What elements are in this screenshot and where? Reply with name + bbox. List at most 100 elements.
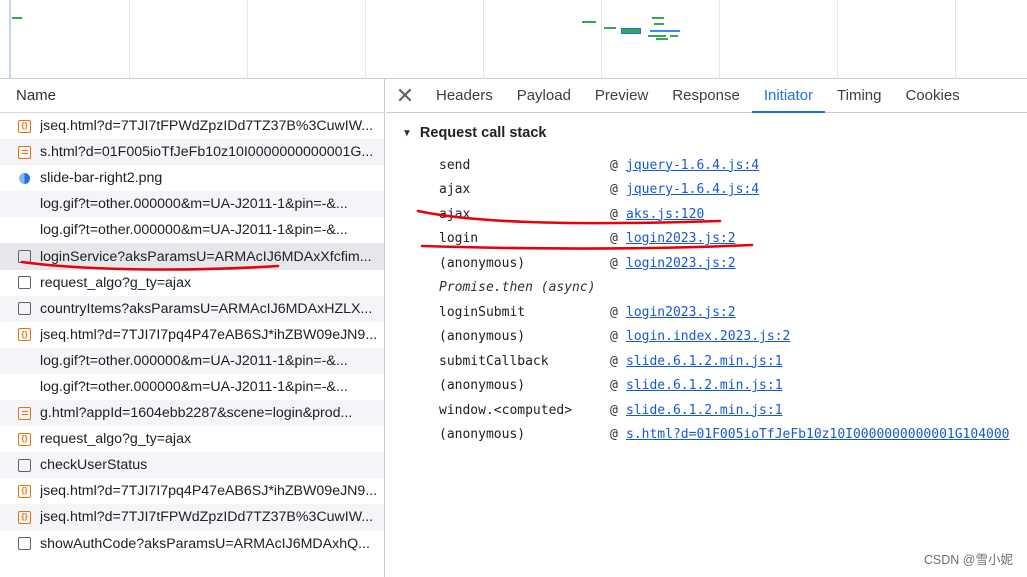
tab-cookies[interactable]: Cookies <box>893 79 971 112</box>
script-icon: {} <box>18 119 31 133</box>
frame-source-link[interactable]: login2023.js:2 <box>626 305 736 320</box>
frame-function-name: loginSubmit <box>439 304 526 320</box>
overview-request-bar <box>604 27 616 29</box>
overview-gridline <box>955 0 956 79</box>
frame-source-link[interactable]: s.html?d=01F005ioTfJeFb10z10I00000000000… <box>626 427 1010 442</box>
request-name: log.gif?t=other.000000&m=UA-J2011-1&pin=… <box>40 222 348 239</box>
request-name: jseq.html?d=7TJI7I7pq4P47eAB6SJ*ihZBW09e… <box>40 483 378 500</box>
call-stack-frames: send @ jquery-1.6.4.js:4 ajax @ jquery-1.6.4.… <box>386 153 1027 447</box>
overview-gridline <box>247 0 248 79</box>
stack-frame: ajax @ aks.js:120 <box>386 202 1027 227</box>
request-row[interactable]: slide-bar-right2.png <box>0 165 384 191</box>
request-row[interactable]: g.html?appId=1604ebb2287&scene=login&pro… <box>0 400 384 427</box>
tab-preview[interactable]: Preview <box>583 79 660 112</box>
overview-gridline <box>365 0 366 79</box>
request-row[interactable]: checkUserStatus <box>0 452 384 479</box>
request-row[interactable]: s.html?d=01F005ioTfJeFb10z10I00000000000… <box>0 139 384 166</box>
script-icon: {} <box>18 510 31 524</box>
script-icon: {} <box>18 484 31 498</box>
stack-frame: window.<computed> @ slide.6.1.2.min.js:1 <box>386 398 1027 423</box>
frame-function-name: (anonymous) <box>439 255 526 271</box>
overview-gridline <box>601 0 602 79</box>
frame-source-link[interactable]: jquery-1.6.4.js:4 <box>626 158 759 173</box>
tab-initiator[interactable]: Initiator <box>751 79 826 113</box>
close-icon[interactable]: ✕ <box>386 79 424 112</box>
overview-request-bar <box>670 35 678 37</box>
frame-function-name: Promise.then (async) <box>439 280 596 296</box>
image-icon <box>18 172 31 185</box>
stack-frame: ajax @ jquery-1.6.4.js:4 <box>386 178 1027 203</box>
frame-function-name: (anonymous) <box>439 378 526 394</box>
frame-function-name: ajax <box>439 206 471 222</box>
request-name: checkUserStatus <box>40 457 148 474</box>
frame-at-sign: @ <box>610 157 618 173</box>
request-name: slide-bar-right2.png <box>40 170 163 187</box>
async-boundary: Promise.then (async) <box>386 276 1027 301</box>
request-row[interactable]: log.gif?t=other.000000&m=UA-J2011-1&pin=… <box>0 374 384 400</box>
frame-source-link[interactable]: aks.js:120 <box>626 207 704 222</box>
overview-request-bar <box>654 23 664 25</box>
request-row[interactable]: log.gif?t=other.000000&m=UA-J2011-1&pin=… <box>0 347 384 374</box>
frame-at-sign: @ <box>610 378 618 394</box>
request-name: jseq.html?d=7TJI7tFPWdZpzIDd7TZ37B%3CuwI… <box>40 509 374 526</box>
request-name: request_algo?g_ty=ajax <box>40 431 192 448</box>
request-detail-panel: ✕ Headers Payload Preview Response Initiator… <box>386 79 1027 577</box>
overview-request-bar <box>652 17 664 19</box>
file-icon <box>18 537 31 551</box>
frame-at-sign: @ <box>610 329 618 345</box>
tab-response[interactable]: Response <box>660 79 752 112</box>
frame-source-link[interactable]: slide.6.1.2.min.js:1 <box>626 403 783 418</box>
overview-request-bar <box>650 30 680 32</box>
overview-gridline <box>483 0 484 79</box>
network-overview-timeline[interactable] <box>0 0 1027 79</box>
request-name: loginService?aksParamsU=ARMAcIJ6MDAxXfcf… <box>40 248 372 265</box>
overview-request-bar <box>12 17 22 19</box>
request-name: countryItems?aksParamsU=ARMAcIJ6MDAxHZLX… <box>40 300 373 317</box>
tab-headers[interactable]: Headers <box>424 79 505 112</box>
call-stack-section-header[interactable]: ▼ Request call stack <box>386 113 1027 153</box>
script-icon: {} <box>18 328 31 342</box>
request-row[interactable]: {} jseq.html?d=7TJI7I7pq4P47eAB6SJ*ihZBW0… <box>0 478 384 504</box>
request-row[interactable]: log.gif?t=other.000000&m=UA-J2011-1&pin=… <box>0 217 384 243</box>
file-icon <box>18 250 31 264</box>
request-row[interactable]: request_algo?g_ty=ajax <box>0 270 384 296</box>
request-name: jseq.html?d=7TJI7tFPWdZpzIDd7TZ37B%3CuwI… <box>40 118 374 135</box>
frame-source-link[interactable]: slide.6.1.2.min.js:1 <box>626 378 783 393</box>
triangle-down-icon[interactable]: ▼ <box>402 128 412 139</box>
request-row[interactable]: {} jseq.html?d=7TJI7tFPWdZpzIDd7TZ37B%3Cu… <box>0 504 384 531</box>
stack-frame: login @ login2023.js:2 <box>386 227 1027 252</box>
request-row[interactable]: {} jseq.html?d=7TJI7I7pq4P47eAB6SJ*ihZBW0… <box>0 322 384 348</box>
request-row[interactable]: {} jseq.html?d=7TJI7tFPWdZpzIDd7TZ37B%3Cu… <box>0 113 384 139</box>
frame-function-name: send <box>439 157 471 173</box>
frame-at-sign: @ <box>610 402 618 418</box>
overview-gridline <box>719 0 720 79</box>
initiator-call-stack: ▼ Request call stack send @ jquery-1.6.4.j… <box>386 113 1027 447</box>
request-name: log.gif?t=other.000000&m=UA-J2011-1&pin=… <box>40 352 348 369</box>
request-name: request_algo?g_ty=ajax <box>40 274 192 291</box>
frame-at-sign: @ <box>610 427 618 443</box>
overview-request-bar <box>621 28 641 34</box>
tab-timing[interactable]: Timing <box>825 79 893 112</box>
frame-at-sign: @ <box>610 304 618 320</box>
frame-source-link[interactable]: slide.6.1.2.min.js:1 <box>626 354 783 369</box>
request-row[interactable]: log.gif?t=other.000000&m=UA-J2011-1&pin=… <box>0 191 384 218</box>
request-name: log.gif?t=other.000000&m=UA-J2011-1&pin=… <box>40 196 348 213</box>
frame-source-link[interactable]: login.index.2023.js:2 <box>626 329 790 344</box>
name-column-header[interactable]: Name <box>0 79 384 113</box>
request-name: showAuthCode?aksParamsU=ARMAcIJ6MDAxhQ..… <box>40 535 370 552</box>
overview-request-bar <box>582 21 596 23</box>
request-row[interactable]: showAuthCode?aksParamsU=ARMAcIJ6MDAxhQ..… <box>0 531 384 557</box>
detail-tab-bar: ✕ Headers Payload Preview Response Initiator… <box>386 79 1027 113</box>
frame-source-link[interactable]: login2023.js:2 <box>626 256 736 271</box>
stack-frame: (anonymous) @ slide.6.1.2.min.js:1 <box>386 374 1027 399</box>
request-row[interactable]: countryItems?aksParamsU=ARMAcIJ6MDAxHZLX… <box>0 295 384 322</box>
frame-function-name: login <box>439 231 479 247</box>
request-row[interactable]: loginService?aksParamsU=ARMAcIJ6MDAxXfcf… <box>0 243 384 270</box>
frame-source-link[interactable]: jquery-1.6.4.js:4 <box>626 182 759 197</box>
overview-request-bar <box>656 38 668 40</box>
request-row[interactable]: {} request_algo?g_ty=ajax <box>0 426 384 452</box>
document-icon <box>18 145 31 159</box>
frame-source-link[interactable]: login2023.js:2 <box>626 231 736 246</box>
tab-payload[interactable]: Payload <box>505 79 583 112</box>
stack-frame: loginSubmit @ login2023.js:2 <box>386 300 1027 325</box>
